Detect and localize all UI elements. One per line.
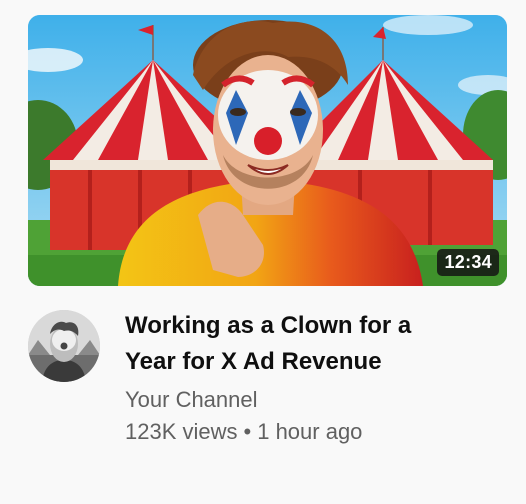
channel-avatar[interactable] [28,310,100,382]
thumbnail-image [28,15,507,286]
upload-age: 1 hour ago [257,419,363,444]
stats-separator: • [243,419,252,444]
video-title-line-1: Working as a Clown for a [125,312,412,339]
video-details: Working as a Clown for a Year for X Ad R… [125,308,505,448]
video-stats: 123K views • 1 hour ago [125,416,505,448]
video-thumbnail[interactable]: 12:34 [28,15,507,286]
duration-badge: 12:34 [437,249,499,276]
avatar-image [28,310,100,382]
channel-name[interactable]: Your Channel [125,384,505,416]
video-title-line-2: Year for X Ad Revenue [125,348,382,375]
view-count: 123K views [125,419,238,444]
video-card[interactable]: 12:34 Working as a Clown for a Year for … [0,0,526,504]
video-title[interactable]: Working as a Clown for a Year for X Ad R… [125,308,505,380]
